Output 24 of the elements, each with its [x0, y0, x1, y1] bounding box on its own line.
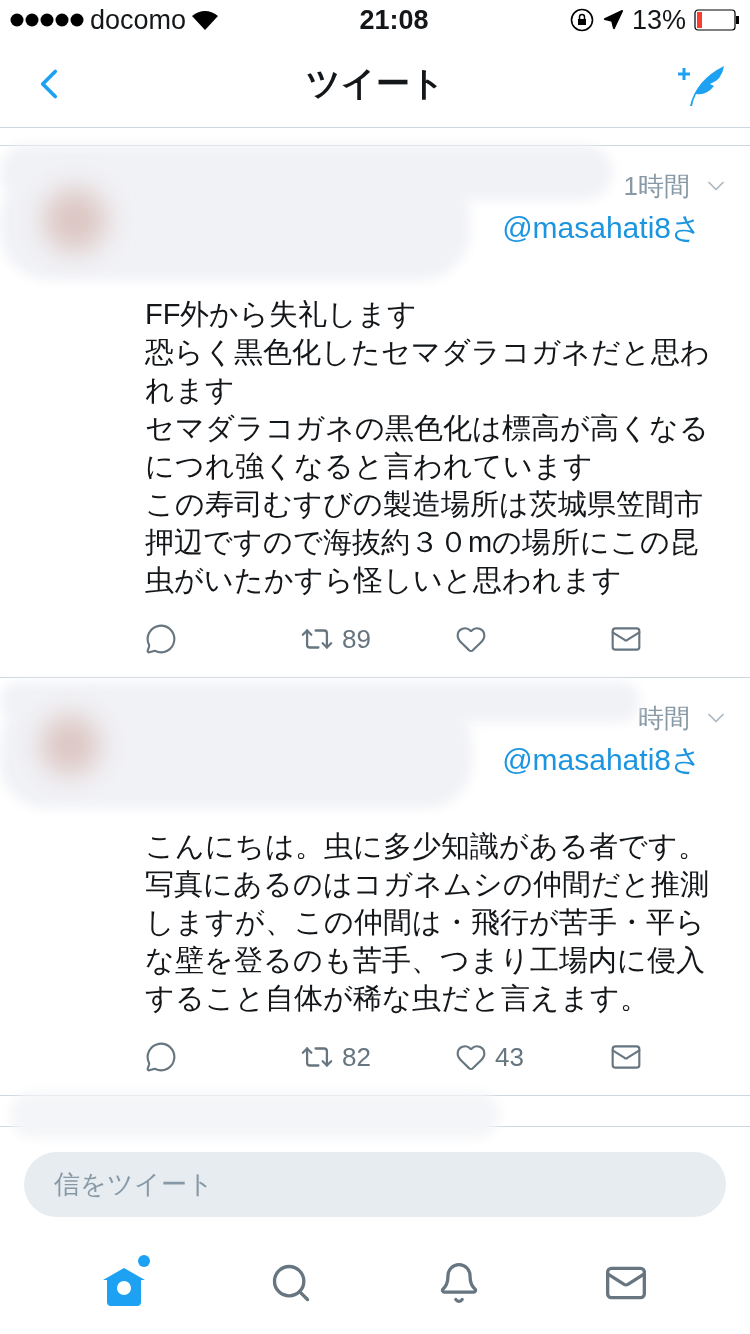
tweet-text: こんにちは。虫に多少知識がある者です。写真にあるのはコガネムシの仲間だと推測しますが、この仲間は・飛行が苦手・平らな壁を登るのも苦手、つまり工場内に侵入すること自体が稀な虫だと言えます。: [145, 829, 710, 1016]
page-title: ツイート: [305, 63, 445, 104]
tweet-time: 1時間: [623, 173, 690, 199]
tweet-text: セマダラコガネの黒色化は標高が高くなるにつれ強くなると言われています: [145, 411, 710, 484]
reply-icon[interactable]: [145, 623, 177, 655]
clock-time: 21:08: [359, 3, 429, 37]
tweet-time: 時間: [638, 705, 690, 731]
reply-input-field[interactable]: 信をツイート: [24, 1152, 726, 1217]
carrier-name: docomo: [90, 3, 187, 37]
tweet-text: 恐らく黒色化したセマダラコガネだと思われます: [145, 335, 711, 408]
reply-to-link[interactable]: @masahati8さ: [502, 213, 702, 243]
wifi-icon: [192, 10, 219, 30]
battery-percent: 13%: [631, 3, 686, 37]
tweet-text: FF外から失礼します: [145, 297, 419, 332]
location-arrow-icon: [601, 9, 624, 31]
reply-icon[interactable]: [145, 1041, 177, 1073]
signal-icon: [10, 13, 84, 27]
tweet-text: この寿司むすびの製造場所は茨城県笠間市押辺ですので海抜約３０mの場所にこの昆虫がいたかすら怪しいと思われます: [145, 487, 704, 598]
like-count: 43: [495, 1040, 524, 1074]
retweet-count: 89: [342, 622, 371, 656]
battery-icon: [694, 9, 740, 31]
retweet-count: 82: [342, 1040, 371, 1074]
orientation-lock-icon: [569, 8, 594, 32]
reply-to-link[interactable]: @masahati8さ: [502, 745, 702, 775]
